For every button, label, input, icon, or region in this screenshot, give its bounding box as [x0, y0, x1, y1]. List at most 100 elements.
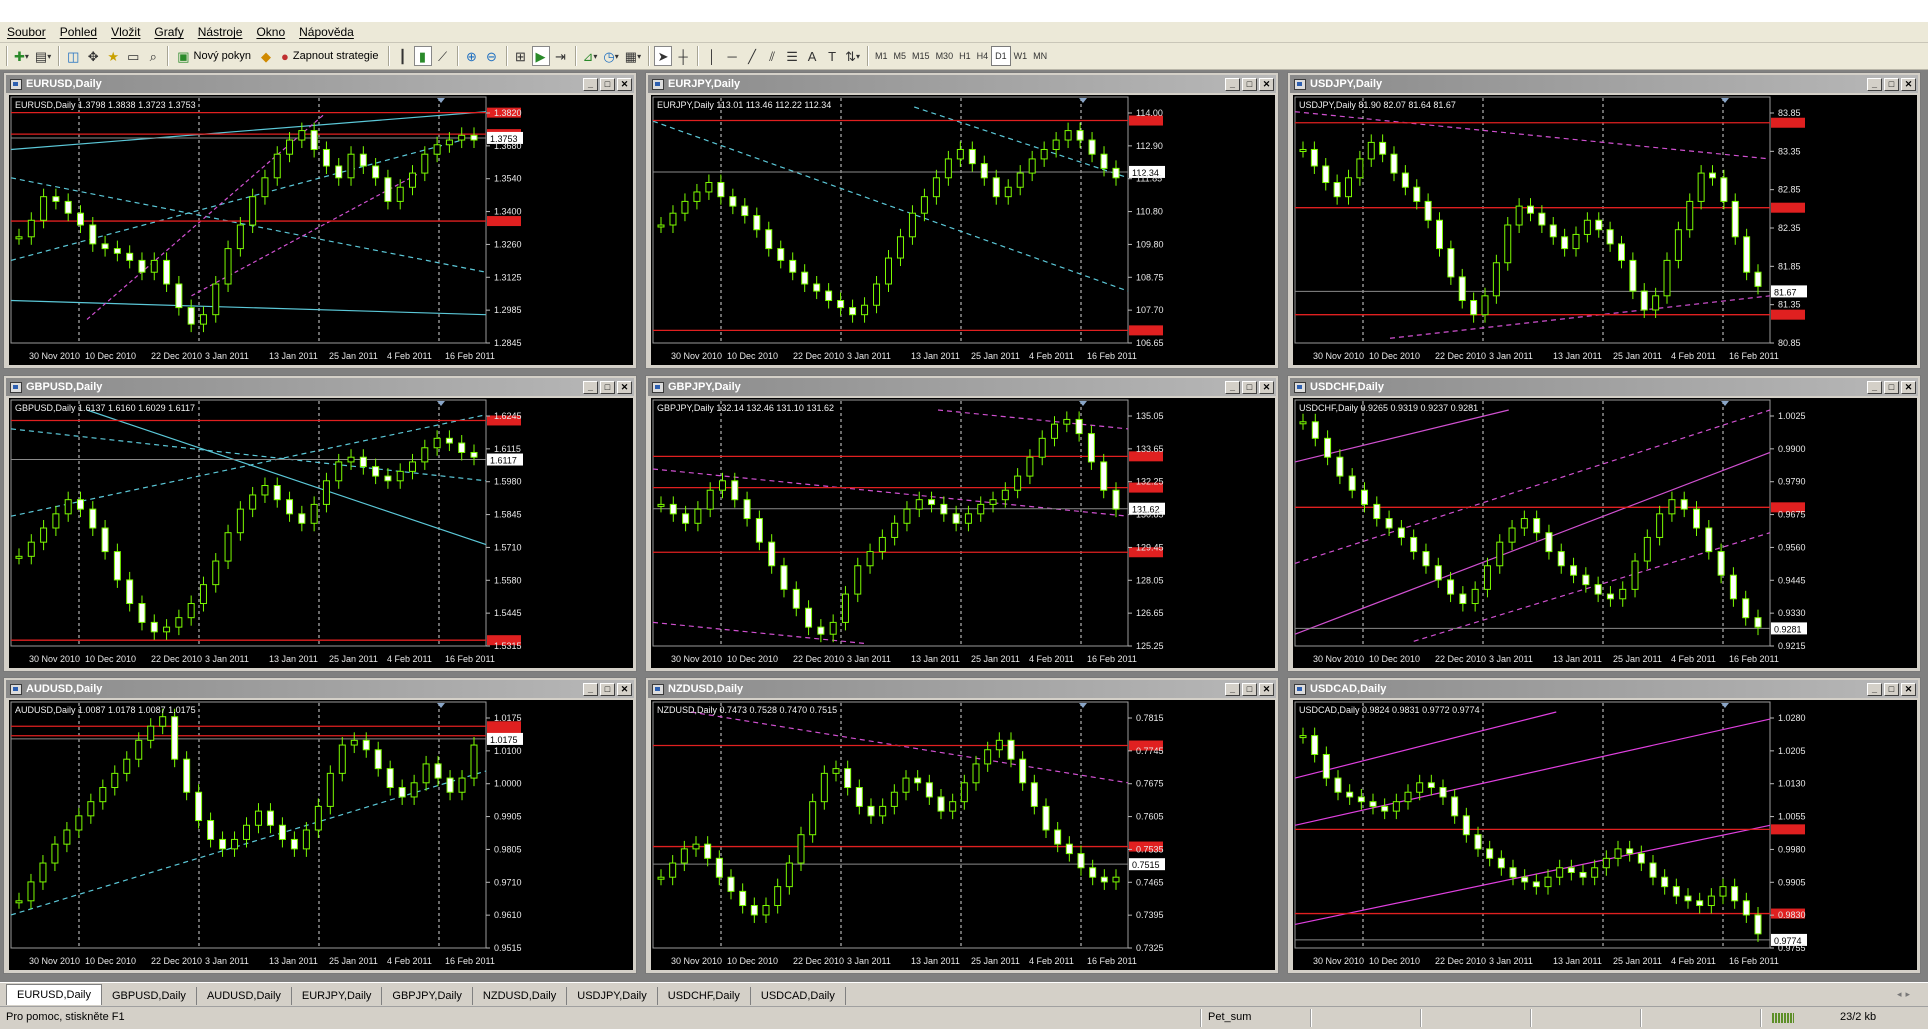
close-icon[interactable]: ✕: [1901, 682, 1916, 696]
price-chart[interactable]: 0.9774 1.0280 1.0205 1.0130 1.0055 0.9980 0.99…: [1293, 700, 1917, 970]
close-icon[interactable]: ✕: [617, 380, 632, 394]
timeframe-m1[interactable]: M1: [872, 47, 891, 65]
timeframe-mn[interactable]: MN: [1030, 47, 1050, 65]
maximize-icon[interactable]: □: [600, 682, 615, 696]
expert-advisors-button[interactable]: ● Zapnout strategie: [277, 46, 382, 66]
terminal-button[interactable]: ▭: [124, 46, 142, 66]
tab-scroll-arrows-icon[interactable]: ◂▸: [1897, 989, 1914, 1000]
minimize-icon[interactable]: _: [583, 77, 598, 91]
trendline[interactable]: [1294, 451, 1771, 635]
timeframe-m15[interactable]: M15: [909, 47, 933, 65]
menu-insert[interactable]: Vložit: [104, 25, 147, 39]
candlestick-chart[interactable]: 0.97741.02801.02051.01301.00550.99800.99…: [1293, 700, 1917, 970]
chart-shift-marker-icon[interactable]: [1721, 401, 1729, 406]
timeframe-m5[interactable]: M5: [891, 47, 910, 65]
candlestick-chart[interactable]: 1.6117 1.6245 1.6115 1.5980 1.5845 1.5710 1.55…: [9, 398, 633, 668]
tile-windows-button[interactable]: ⊞: [512, 46, 530, 66]
close-icon[interactable]: ✕: [617, 77, 632, 91]
new-order-button[interactable]: ▣ Nový pokyn: [173, 46, 255, 66]
chart-shift-marker-icon[interactable]: [437, 401, 445, 406]
chart-window[interactable]: USDCAD,Daily _ □ ✕ 0.9774 1.0280 1.0205 1.0130 1…: [1287, 677, 1921, 974]
chart-window[interactable]: GBPJPY,Daily _ □ ✕ 131.62 135.05 133.65 132.25 1…: [645, 375, 1279, 672]
trendline[interactable]: [937, 409, 1129, 430]
price-chart[interactable]: 0.9281 1.0025 0.9900 0.9790 0.9675 0.9560 0.94…: [1293, 398, 1917, 668]
timeframe-h4[interactable]: H4: [974, 47, 992, 65]
candlestick-chart[interactable]: 112.34114.00112.90111.85110.80109.80108.…: [651, 95, 1275, 365]
price-chart[interactable]: 131.62 135.05 133.65 132.25 130.85 129.45 128.…: [651, 398, 1275, 668]
bar-chart-button[interactable]: ┃: [394, 46, 412, 66]
line-chart-button[interactable]: ⟋: [434, 46, 452, 66]
chart-window-titlebar[interactable]: USDCHF,Daily _ □ ✕: [1290, 378, 1918, 396]
new-chart-button[interactable]: ✚ ▾: [12, 46, 31, 66]
chart-window[interactable]: USDCHF,Daily _ □ ✕ 0.9281 1.0025 0.9900 0.9790 0…: [1287, 375, 1921, 672]
trendline[interactable]: [1294, 718, 1771, 826]
chart-shift-marker-icon[interactable]: [437, 703, 445, 708]
price-chart[interactable]: 81.67 83.85 83.35 82.85 82.35 81.85 81.35 80.85…: [1293, 95, 1917, 365]
candlestick-chart[interactable]: 0.9281 1.0025 0.9900 0.9790 0.9675 0.9560 0.94…: [1293, 398, 1917, 668]
chart-window-titlebar[interactable]: USDJPY,Daily _ □ ✕: [1290, 75, 1918, 93]
chart-window[interactable]: GBPUSD,Daily _ □ ✕ 1.6117 1.6245 1.6115 1.5980 1…: [3, 375, 637, 672]
zoom-in-button[interactable]: ⊕: [463, 46, 481, 66]
minimize-icon[interactable]: _: [1225, 77, 1240, 91]
maximize-icon[interactable]: □: [1242, 682, 1257, 696]
minimize-icon[interactable]: _: [1867, 682, 1882, 696]
trendline-button[interactable]: ╱: [743, 46, 761, 66]
minimize-icon[interactable]: _: [1225, 682, 1240, 696]
close-icon[interactable]: ✕: [1901, 380, 1916, 394]
trendline[interactable]: [1294, 824, 1771, 925]
trendline[interactable]: [1413, 532, 1771, 642]
timeframe-d1[interactable]: D1: [991, 46, 1011, 66]
maximize-icon[interactable]: □: [1242, 77, 1257, 91]
chart-window[interactable]: EURJPY,Daily _ □ ✕ 112.34 114.00 112.90 111.85 1…: [645, 72, 1279, 369]
price-chart[interactable]: 112.34 114.00 112.90 111.85 110.80 109.80 108.…: [651, 95, 1275, 365]
chart-window[interactable]: AUDUSD,Daily _ □ ✕ 1.0175 1.0175 1.0100 1.0000 0…: [3, 677, 637, 974]
chart-tab[interactable]: USDCAD,Daily: [751, 987, 846, 1005]
close-icon[interactable]: ✕: [1259, 77, 1274, 91]
minimize-icon[interactable]: _: [583, 682, 598, 696]
maximize-icon[interactable]: □: [1884, 77, 1899, 91]
trendline[interactable]: [10, 111, 487, 151]
maximize-icon[interactable]: □: [1884, 380, 1899, 394]
chart-shift-marker-icon[interactable]: [1079, 401, 1087, 406]
price-chart[interactable]: 1.0175 1.0175 1.0100 1.0000 0.9905 0.9805 0.97…: [9, 700, 633, 970]
trendline[interactable]: [1294, 711, 1557, 779]
maximize-icon[interactable]: □: [600, 380, 615, 394]
trendline[interactable]: [86, 409, 487, 546]
chart-tab[interactable]: NZDUSD,Daily: [473, 987, 568, 1005]
menu-view[interactable]: Pohled: [53, 25, 104, 39]
candlestick-button[interactable]: ▮: [413, 46, 432, 66]
chart-shift-marker-icon[interactable]: [1721, 98, 1729, 103]
chart-window-titlebar[interactable]: AUDUSD,Daily _ □ ✕: [6, 680, 634, 698]
maximize-icon[interactable]: □: [1884, 682, 1899, 696]
trendline[interactable]: [690, 711, 1129, 784]
metaeditor-button[interactable]: ◆: [257, 46, 275, 66]
candlestick-chart[interactable]: 1.01751.01751.01001.00000.99050.98050.97…: [9, 700, 633, 970]
candlestick-chart[interactable]: 131.62135.05133.65132.25130.85129.45128.…: [651, 398, 1275, 668]
menu-tools[interactable]: Nástroje: [191, 25, 250, 39]
indicators-button[interactable]: ⊿ ▾: [581, 46, 600, 66]
menu-charts[interactable]: Grafy: [147, 25, 190, 39]
cursor-button[interactable]: ➤: [654, 46, 673, 66]
price-chart[interactable]: 0.7515 0.7815 0.7745 0.7675 0.7605 0.7535 0.74…: [651, 700, 1275, 970]
chart-tab[interactable]: GBPUSD,Daily: [102, 987, 197, 1005]
trendline[interactable]: [1294, 409, 1771, 564]
chart-shift-button[interactable]: ⇥: [552, 46, 570, 66]
channel-button[interactable]: ⫽: [763, 46, 781, 66]
minimize-icon[interactable]: _: [1867, 380, 1882, 394]
templates-button[interactable]: ▦ ▾: [623, 46, 643, 66]
chart-window-titlebar[interactable]: NZDUSD,Daily _ □ ✕: [648, 680, 1276, 698]
trendline[interactable]: [10, 299, 487, 316]
chart-window-titlebar[interactable]: EURJPY,Daily _ □ ✕: [648, 75, 1276, 93]
chart-tab[interactable]: USDJPY,Daily: [567, 987, 658, 1005]
chart-tab[interactable]: AUDUSD,Daily: [197, 987, 292, 1005]
menu-help[interactable]: Nápověda: [292, 25, 361, 39]
zoom-out-button[interactable]: ⊖: [483, 46, 501, 66]
price-chart[interactable]: 1.6117 1.6245 1.6115 1.5980 1.5845 1.5710 1.55…: [9, 398, 633, 668]
chart-window-titlebar[interactable]: USDCAD,Daily _ □ ✕: [1290, 680, 1918, 698]
trendline[interactable]: [1294, 111, 1771, 160]
menu-file[interactable]: Soubor: [0, 25, 53, 39]
chart-window-titlebar[interactable]: GBPUSD,Daily _ □ ✕: [6, 378, 634, 396]
close-icon[interactable]: ✕: [617, 682, 632, 696]
timeframe-h1[interactable]: H1: [956, 47, 974, 65]
close-icon[interactable]: ✕: [1259, 682, 1274, 696]
